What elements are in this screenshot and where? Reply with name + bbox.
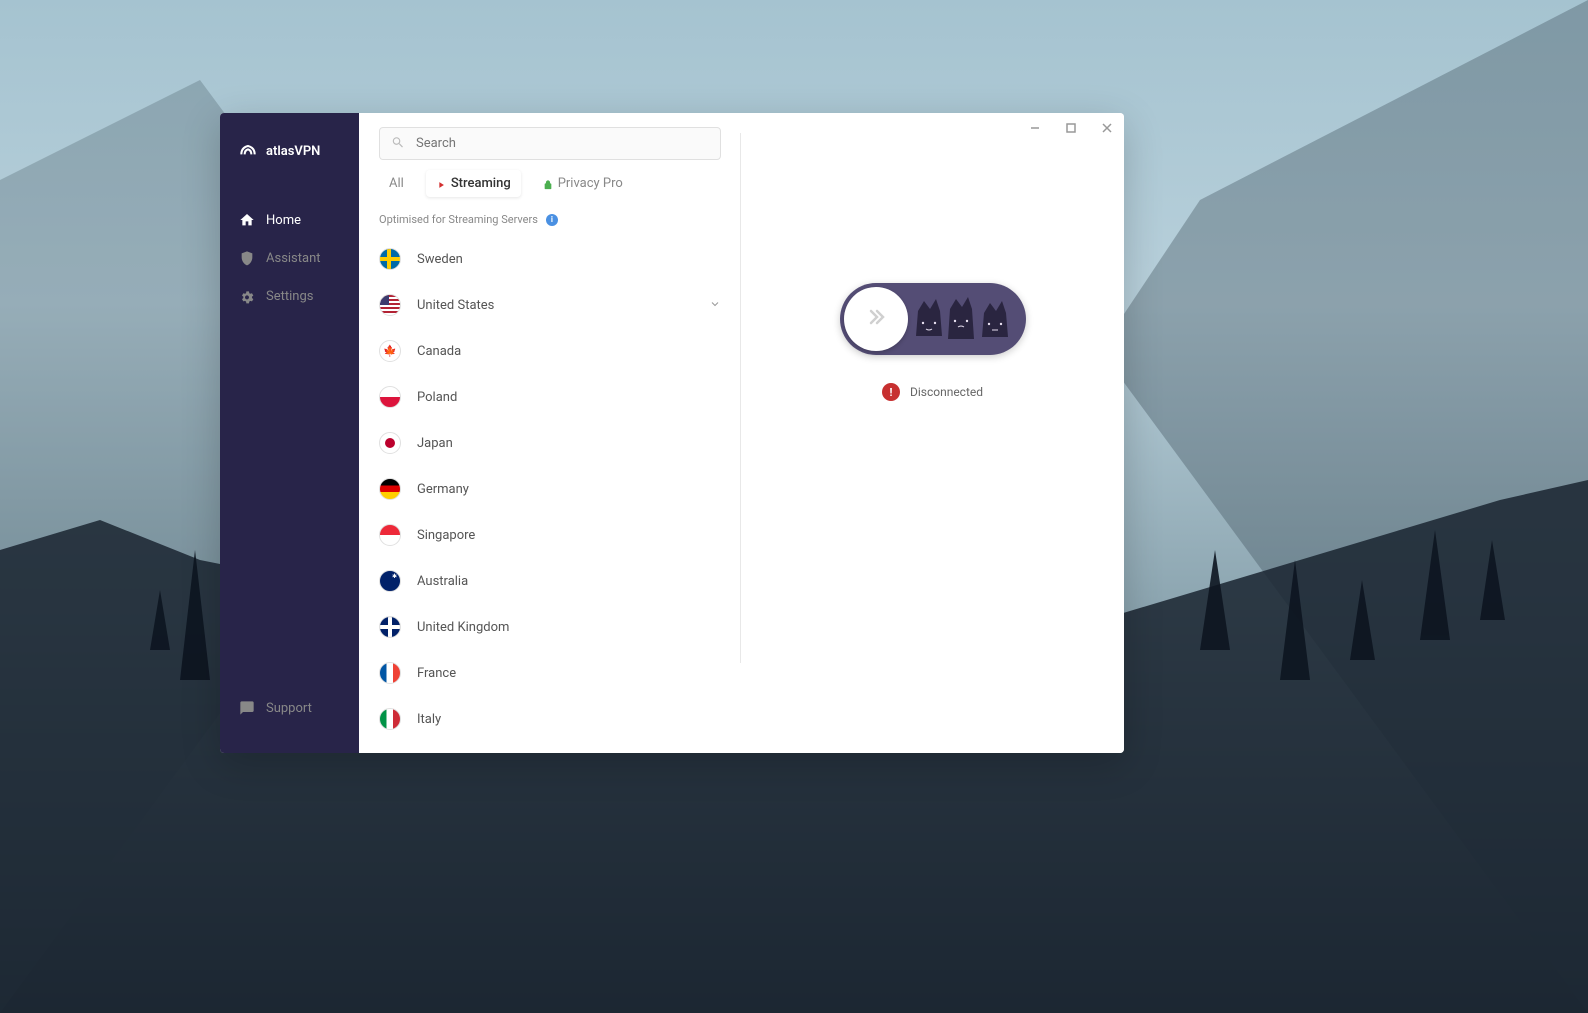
server-item[interactable]: Germany bbox=[379, 466, 721, 512]
connection-panel: ! Disconnected bbox=[741, 113, 1124, 753]
nav-section: Home Assistant Settings bbox=[220, 201, 359, 689]
tab-all[interactable]: All bbox=[379, 170, 414, 197]
server-item[interactable]: United States bbox=[379, 282, 721, 328]
search-icon bbox=[391, 134, 405, 153]
server-item[interactable]: Canada bbox=[379, 328, 721, 374]
server-panel: All Streaming Privacy Pro Optimised for … bbox=[359, 113, 741, 753]
flag-icon bbox=[379, 524, 401, 546]
sidebar-item-support[interactable]: Support bbox=[220, 689, 359, 727]
window-controls bbox=[1028, 121, 1114, 135]
flag-icon bbox=[379, 340, 401, 362]
server-name: Sweden bbox=[417, 252, 721, 267]
filter-tabs: All Streaming Privacy Pro bbox=[359, 170, 741, 197]
flag-icon bbox=[379, 570, 401, 592]
server-item[interactable]: Singapore bbox=[379, 512, 721, 558]
logo-icon bbox=[238, 141, 258, 161]
server-list[interactable]: Sweden United States Canada Poland Japan Germ… bbox=[359, 236, 741, 753]
server-item[interactable]: France bbox=[379, 650, 721, 696]
server-name: Australia bbox=[417, 574, 721, 589]
tab-privacy[interactable]: Privacy Pro bbox=[533, 170, 633, 197]
error-icon: ! bbox=[882, 383, 900, 401]
nav-label: Support bbox=[266, 701, 312, 716]
connection-area: ! Disconnected bbox=[741, 113, 1124, 401]
server-name: Germany bbox=[417, 482, 721, 497]
flag-icon bbox=[379, 662, 401, 684]
info-icon[interactable]: i bbox=[546, 214, 558, 226]
connection-status: ! Disconnected bbox=[882, 383, 983, 401]
home-icon bbox=[238, 211, 256, 229]
close-button[interactable] bbox=[1100, 121, 1114, 135]
logo: atlasVPN bbox=[220, 131, 359, 201]
search-input[interactable] bbox=[379, 127, 721, 160]
server-item[interactable]: Sweden bbox=[379, 236, 721, 282]
sidebar-item-assistant[interactable]: Assistant bbox=[220, 239, 359, 277]
flag-icon bbox=[379, 432, 401, 454]
connect-toggle[interactable] bbox=[840, 283, 1026, 355]
flag-icon bbox=[379, 616, 401, 638]
flag-icon bbox=[379, 708, 401, 730]
server-name: Italy bbox=[417, 712, 721, 727]
settings-icon bbox=[238, 287, 256, 305]
server-name: Japan bbox=[417, 436, 721, 451]
sidebar-item-settings[interactable]: Settings bbox=[220, 277, 359, 315]
assistant-icon bbox=[238, 249, 256, 267]
nav-label: Assistant bbox=[266, 251, 321, 266]
server-name: United Kingdom bbox=[417, 620, 721, 635]
server-name: France bbox=[417, 666, 721, 681]
flag-icon bbox=[379, 294, 401, 316]
server-item[interactable]: Poland bbox=[379, 374, 721, 420]
server-item[interactable]: United Kingdom bbox=[379, 604, 721, 650]
tab-streaming[interactable]: Streaming bbox=[426, 170, 521, 197]
server-item[interactable]: Australia bbox=[379, 558, 721, 604]
section-header: Optimised for Streaming Servers i bbox=[359, 213, 741, 236]
nav-label: Home bbox=[266, 213, 301, 228]
flag-icon bbox=[379, 386, 401, 408]
lock-icon bbox=[543, 179, 553, 189]
toggle-handle bbox=[844, 287, 908, 351]
play-icon bbox=[436, 179, 446, 189]
chevron-down-icon[interactable] bbox=[709, 298, 721, 313]
sidebar: atlasVPN Home Assistant Settings bbox=[220, 113, 359, 753]
server-name: Canada bbox=[417, 344, 721, 359]
server-name: Poland bbox=[417, 390, 721, 405]
sidebar-item-home[interactable]: Home bbox=[220, 201, 359, 239]
nav-label: Settings bbox=[266, 289, 313, 304]
server-item[interactable]: Italy bbox=[379, 696, 721, 742]
toggle-characters-icon bbox=[906, 291, 1016, 347]
server-item[interactable]: Belgium bbox=[379, 742, 721, 753]
flag-icon bbox=[379, 248, 401, 270]
app-window: atlasVPN Home Assistant Settings bbox=[220, 113, 1124, 753]
minimize-button[interactable] bbox=[1028, 121, 1042, 135]
search-box bbox=[379, 127, 721, 160]
server-item[interactable]: Japan bbox=[379, 420, 721, 466]
support-icon bbox=[238, 699, 256, 717]
logo-text: atlasVPN bbox=[266, 144, 320, 159]
chevron-right-icon bbox=[864, 305, 888, 334]
status-text: Disconnected bbox=[910, 385, 983, 399]
maximize-button[interactable] bbox=[1064, 121, 1078, 135]
flag-icon bbox=[379, 478, 401, 500]
server-name: United States bbox=[417, 298, 709, 313]
server-name: Singapore bbox=[417, 528, 721, 543]
